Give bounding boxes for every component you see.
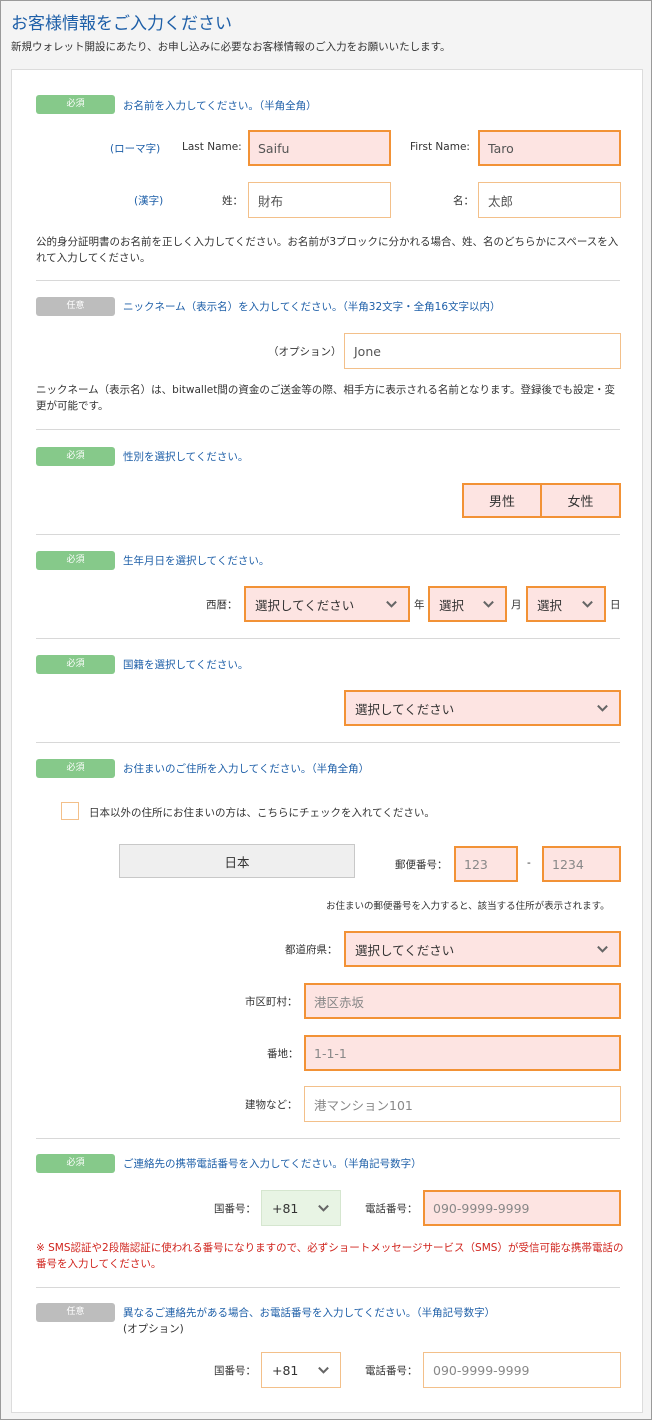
other-phone-input[interactable]: 090-9999-9999 — [423, 1352, 621, 1388]
first-name-input[interactable]: Taro — [478, 130, 621, 166]
divider — [36, 742, 620, 743]
mobile-phone-label: 電話番号： — [365, 1203, 418, 1215]
overseas-check-label[interactable]: 日本以外の住所にお住まいの方は、こちらにチェックを入れてください。 — [89, 805, 435, 820]
page-subtitle: 新規ウォレット開設にあたり、お申し込みに必要なお客様情報のご入力をお願いいたしま… — [11, 41, 451, 53]
year-unit: 年 — [414, 599, 425, 611]
other-phone-section-title: 異なるご連絡先がある場合、お電話番号を入力してください。（半角記号数字） — [123, 1307, 496, 1319]
other-country-code-select[interactable]: +81 — [261, 1352, 341, 1388]
birth-month-value: 選択 — [439, 597, 465, 613]
postal-code-1-input[interactable]: 123 — [454, 846, 518, 882]
mobile-warning: ※ SMS認証や2段階認証に使われる番号になりますので、必ずショートメッセージサ… — [36, 1242, 624, 1270]
postal-note: お住まいの郵便番号を入力すると、該当する住所が表示されます。 — [326, 901, 610, 912]
other-country-code-label: 国番号： — [214, 1365, 256, 1377]
city-input[interactable]: 港区赤坂 — [304, 983, 621, 1019]
prefecture-label: 都道府県： — [285, 944, 338, 956]
required-badge: 必須 — [36, 759, 115, 778]
optional-badge: 任意 — [36, 297, 115, 316]
gender-male-button[interactable]: 男性 — [462, 483, 542, 518]
birth-month-select[interactable]: 選択 — [428, 586, 507, 622]
birth-day-value: 選択 — [537, 597, 563, 613]
day-unit: 日 — [610, 599, 621, 611]
mobile-section-title: ご連絡先の携帯電話番号を入力してください。（半角記号数字） — [123, 1158, 422, 1170]
mei-input[interactable]: 太郎 — [478, 182, 621, 218]
mobile-phone-input[interactable]: 090-9999-9999 — [423, 1190, 621, 1226]
last-name-input[interactable]: Saifu — [248, 130, 391, 166]
required-badge: 必須 — [36, 1154, 115, 1173]
name-note: 公的身分証明書のお名前を正しく入力してください。お名前が3ブロックに分かれる場合… — [36, 236, 619, 264]
nationality-select[interactable]: 選択してください — [344, 690, 621, 726]
gender-section-title: 性別を選択してください。 — [123, 451, 249, 463]
first-name-label: First Name: — [410, 141, 470, 153]
divider — [36, 429, 620, 430]
other-phone-option-label: (オプション) — [123, 1323, 184, 1335]
mobile-country-code-label: 国番号： — [214, 1203, 256, 1215]
chevron-down-icon — [483, 600, 494, 608]
chevron-down-icon — [386, 600, 397, 608]
page-frame: お客様情報をご入力ください 新規ウォレット開設にあたり、お申し込みに必要なお客様… — [0, 0, 652, 1420]
kanji-label: (漢字) — [134, 195, 164, 207]
postal-dash: - — [527, 857, 531, 869]
gender-female-button[interactable]: 女性 — [540, 483, 621, 518]
chevron-down-icon — [582, 600, 593, 608]
name-section-title: お名前を入力してください。（半角全角） — [123, 100, 317, 112]
country-display: 日本 — [119, 844, 355, 878]
prefecture-value: 選択してください — [355, 942, 455, 958]
nickname-input[interactable]: Jone — [344, 333, 621, 369]
birth-section-title: 生年月日を選択してください。 — [123, 555, 270, 567]
required-badge: 必須 — [36, 447, 115, 466]
nickname-option-label: （オプション） — [268, 346, 342, 358]
building-input[interactable]: 港マンション101 — [304, 1086, 621, 1122]
chevron-down-icon — [318, 1366, 329, 1374]
chevron-down-icon — [597, 704, 608, 712]
divider — [36, 638, 620, 639]
address-section-title: お住まいのご住所を入力してください。（半角全角） — [123, 763, 370, 775]
romaji-label: (ローマ字) — [110, 143, 161, 155]
chevron-down-icon — [597, 945, 608, 953]
mobile-country-code-value: +81 — [272, 1200, 299, 1216]
form-card: 必須 お名前を入力してください。（半角全角） (ローマ字) Last Name:… — [11, 69, 643, 1413]
sei-input[interactable]: 財布 — [248, 182, 391, 218]
street-input[interactable]: 1-1-1 — [304, 1035, 621, 1071]
mobile-country-code-select[interactable]: +81 — [261, 1190, 341, 1226]
postal-code-2-input[interactable]: 1234 — [542, 846, 621, 882]
prefecture-select[interactable]: 選択してください — [344, 931, 621, 967]
city-label: 市区町村： — [245, 996, 298, 1008]
postal-label: 郵便番号： — [395, 859, 448, 871]
birth-day-select[interactable]: 選択 — [526, 586, 606, 622]
birth-year-value: 選択してください — [255, 597, 355, 613]
divider — [36, 1287, 620, 1288]
last-name-label: Last Name: — [182, 141, 242, 153]
month-unit: 月 — [511, 599, 522, 611]
required-badge: 必須 — [36, 655, 115, 674]
divider — [36, 534, 620, 535]
sei-label: 姓： — [222, 195, 243, 207]
required-badge: 必須 — [36, 551, 115, 570]
required-badge: 必須 — [36, 95, 115, 114]
street-label: 番地： — [267, 1048, 299, 1060]
other-phone-label: 電話番号： — [365, 1365, 418, 1377]
nationality-value: 選択してください — [355, 701, 455, 717]
divider — [36, 1138, 620, 1139]
nickname-note: ニックネーム（表示名）は、bitwallet間の資金のご送金等の際、相手方に表示… — [36, 384, 615, 412]
nickname-section-title: ニックネーム（表示名）を入力してください。（半角32文字・全角16文字以内） — [123, 301, 501, 313]
building-label: 建物など： — [245, 1099, 298, 1111]
era-label: 西暦： — [206, 599, 238, 611]
optional-badge: 任意 — [36, 1303, 115, 1322]
nationality-section-title: 国籍を選択してください。 — [123, 659, 249, 671]
other-country-code-value: +81 — [272, 1362, 299, 1378]
page-title: お客様情報をご入力ください — [11, 14, 232, 34]
checkbox-icon[interactable] — [61, 802, 79, 820]
birth-year-select[interactable]: 選択してください — [244, 586, 410, 622]
chevron-down-icon — [318, 1204, 329, 1212]
mei-label: 名： — [453, 195, 474, 207]
divider — [36, 280, 620, 281]
